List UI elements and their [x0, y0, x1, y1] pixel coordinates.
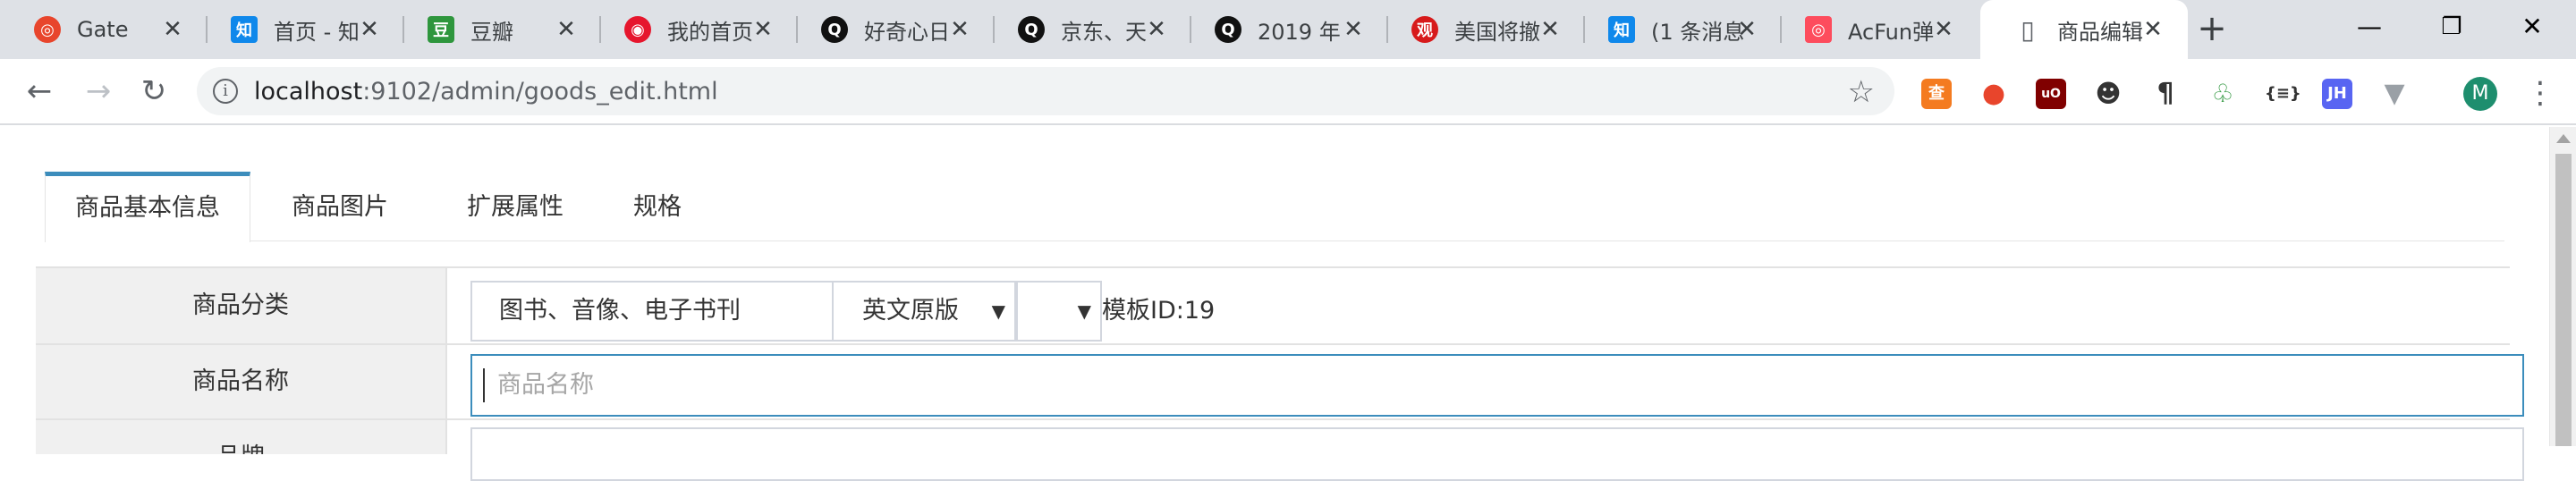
douban-favicon-icon: 豆 [428, 16, 454, 43]
close-tab-icon[interactable]: ✕ [1145, 18, 1168, 41]
qdaily-favicon-icon: Q [1018, 16, 1045, 43]
browser-tab[interactable]: ◉ 我的首页 ✕ [590, 0, 798, 59]
url-text[interactable]: localhost:9102/admin/goods_edit.html [254, 78, 718, 105]
weibo-favicon-icon: ◉ [624, 16, 651, 43]
qdaily-favicon-icon: Q [1215, 16, 1241, 43]
brand-label: 品牌 [36, 420, 447, 454]
scrollbar-thumb[interactable] [2555, 154, 2572, 446]
tab-goods-images[interactable]: 商品图片 [250, 172, 429, 241]
category2-value: 英文原版 [862, 297, 959, 325]
category-row: 商品分类 图书、音像、电子书刊 ▼ 英文原版 ▼ ▼ 模板ID:19 [36, 266, 2510, 343]
minimize-icon[interactable]: — [2347, 9, 2392, 45]
forward-icon[interactable]: → [79, 72, 118, 111]
zhihu-favicon-icon: 知 [231, 16, 258, 43]
vue-devtools-icon[interactable]: ▼ [2379, 79, 2410, 109]
browser-tab-active[interactable]: ▯ 商品编辑 ✕ [1980, 0, 2188, 59]
chevron-down-icon: ▼ [991, 300, 1005, 322]
ublock-icon[interactable]: uO [2036, 79, 2066, 109]
scroll-up-icon[interactable] [2556, 134, 2571, 143]
page-scrollbar[interactable] [2549, 127, 2576, 446]
bookmark-star-icon[interactable]: ☆ [1848, 74, 1875, 110]
browser-tab[interactable]: Q 2019 年 ✕ [1181, 0, 1388, 59]
url-host: localhost [254, 78, 363, 105]
extension-mask-icon[interactable]: ☻ [2093, 79, 2123, 109]
category1-value: 图书、音像、电子书刊 [499, 297, 741, 325]
browser-tab[interactable]: 知 (1 条消息 ✕ [1574, 0, 1782, 59]
close-tab-icon[interactable]: ✕ [2141, 18, 2165, 41]
address-bar[interactable]: i localhost:9102/admin/goods_edit.html ☆ [197, 67, 1894, 115]
url-path: :9102/admin/goods_edit.html [362, 78, 718, 105]
guancha-favicon-icon: 观 [1411, 16, 1438, 43]
close-tab-icon[interactable]: ✕ [948, 18, 971, 41]
category2-select[interactable]: 英文原版 ▼ [832, 281, 1016, 342]
close-tab-icon[interactable]: ✕ [555, 18, 578, 41]
close-tab-icon[interactable]: ✕ [161, 18, 184, 41]
close-tab-icon[interactable]: ✕ [751, 18, 775, 41]
category1-select[interactable]: 图书、音像、电子书刊 ▼ [470, 281, 864, 342]
browser-tab-strip: ◎ Gate ✕ 知 首页 - 知 ✕ 豆 豆瓣 ✕ ◉ 我的首页 ✕ Q 好奇… [0, 0, 2576, 59]
category-label: 商品分类 [36, 268, 447, 343]
json-viewer-icon[interactable]: {≡} [2265, 79, 2301, 109]
close-tab-icon[interactable]: ✕ [1735, 18, 1758, 41]
info-icon[interactable]: i [213, 79, 238, 104]
tab-extended-attributes[interactable]: 扩展属性 [429, 172, 601, 241]
goods-name-input[interactable]: 商品名称 [470, 354, 2524, 417]
extension-location-icon[interactable]: ● [1979, 79, 2009, 109]
extension-search-icon[interactable]: 查 [1921, 79, 1952, 109]
pilcrow-icon[interactable]: ¶ [2150, 79, 2181, 109]
avatar[interactable]: M [2463, 77, 2497, 111]
qdaily-favicon-icon: Q [821, 16, 848, 43]
reload-icon[interactable]: ↻ [134, 72, 174, 111]
name-label: 商品名称 [36, 345, 447, 418]
browser-tab[interactable]: 豆 豆瓣 ✕ [394, 0, 601, 59]
browser-toolbar: ← → ↻ i localhost:9102/admin/goods_edit.… [0, 59, 2576, 125]
browser-tab[interactable]: ◎ AcFun弹 ✕ [1771, 0, 1979, 59]
close-tab-icon[interactable]: ✕ [1342, 18, 1365, 41]
brand-row: 品牌 [36, 418, 2524, 481]
browser-tab[interactable]: Q 好奇心日 ✕ [787, 0, 995, 59]
category3-select[interactable]: ▼ [1016, 281, 1102, 342]
back-icon[interactable]: ← [20, 72, 59, 111]
document-icon: ▯ [2021, 14, 2035, 45]
acfun-favicon-icon: ◎ [1805, 16, 1832, 43]
brand-select[interactable] [470, 427, 2524, 481]
close-tab-icon[interactable]: ✕ [1932, 18, 1955, 41]
extension-leaf-icon[interactable]: ♧ [2207, 79, 2238, 109]
tab-basic-info[interactable]: 商品基本信息 [45, 172, 250, 242]
text-cursor [483, 368, 485, 402]
gate-favicon-icon: ◎ [34, 16, 61, 43]
browser-tab[interactable]: Q 京东、天 ✕ [984, 0, 1191, 59]
goods-tabs: 商品基本信息 商品图片 扩展属性 规格 [45, 172, 2504, 242]
new-tab-icon[interactable]: + [2193, 11, 2231, 48]
page-content: 商品基本信息 商品图片 扩展属性 规格 商品分类 图书、音像、电子书刊 ▼ 英文… [0, 127, 2576, 481]
close-tab-icon[interactable]: ✕ [1538, 18, 1562, 41]
jh-extension-icon[interactable]: JH [2322, 79, 2352, 109]
chevron-down-icon: ▼ [1077, 300, 1091, 322]
zhihu-favicon-icon: 知 [1608, 16, 1635, 43]
template-id: 模板ID:19 [1102, 297, 1216, 325]
browser-tab[interactable]: 知 首页 - 知 ✕ [197, 0, 404, 59]
restore-icon[interactable]: ❐ [2429, 9, 2474, 45]
goods-name-placeholder: 商品名称 [497, 371, 594, 399]
name-row: 商品名称 商品名称 [36, 343, 2524, 418]
close-tab-icon[interactable]: ✕ [358, 18, 381, 41]
more-menu-icon[interactable]: ⋮ [2522, 75, 2558, 111]
tab-specifications[interactable]: 规格 [601, 172, 714, 241]
close-window-icon[interactable]: ✕ [2510, 9, 2555, 45]
browser-tab[interactable]: 观 美国将撤 ✕ [1377, 0, 1585, 59]
browser-tab[interactable]: ◎ Gate ✕ [0, 0, 208, 59]
